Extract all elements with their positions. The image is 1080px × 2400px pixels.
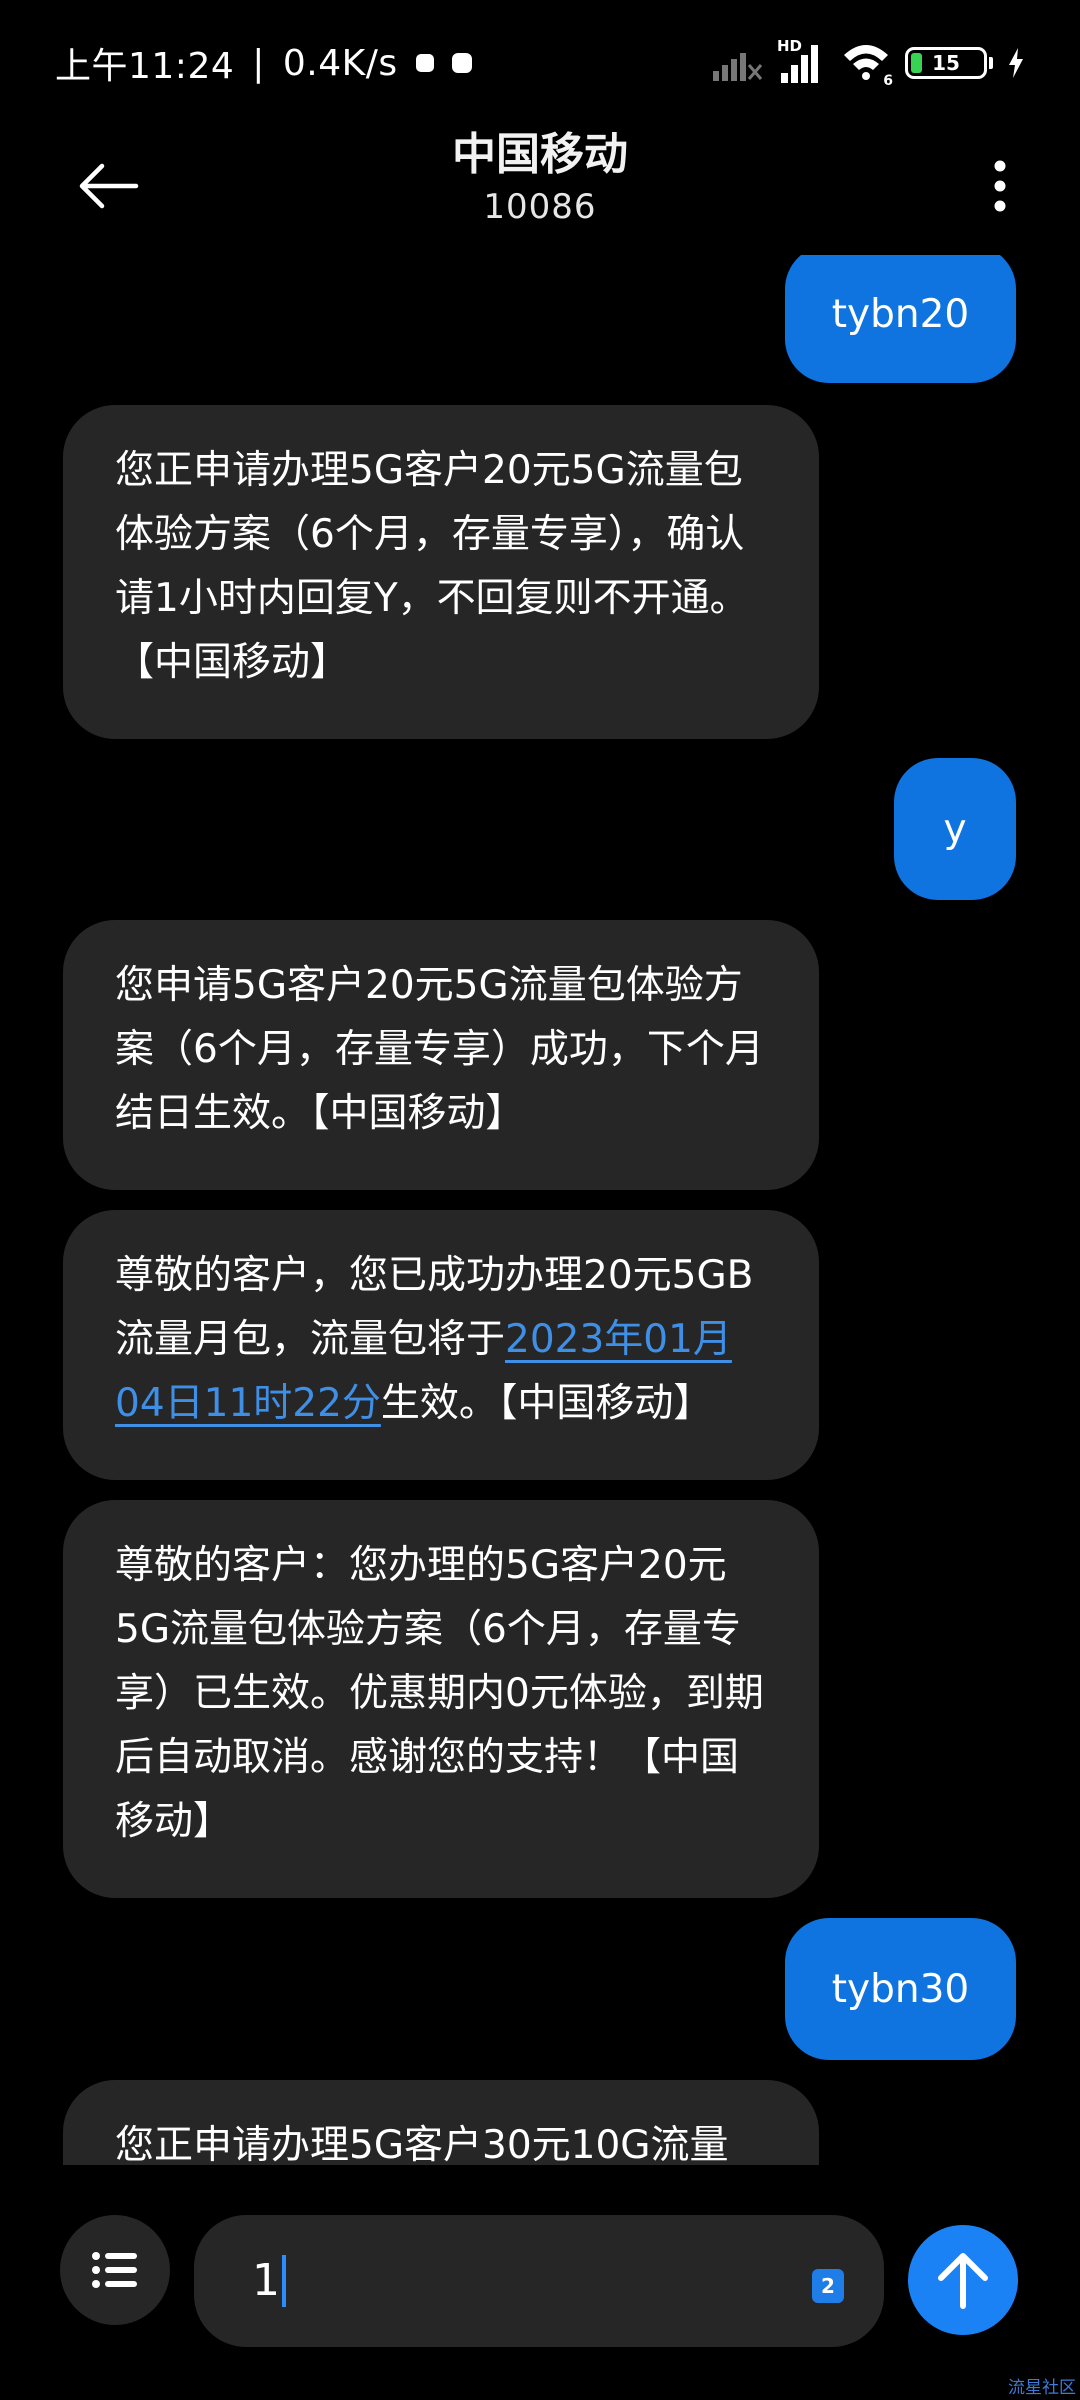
message-text: 您正申请办理5G客户20元5G流量包体验方案（6个月，存量专享），确认请1小时内… <box>115 448 749 685</box>
message-outgoing[interactable]: y <box>894 758 1016 900</box>
message-incoming[interactable]: 您正申请办理5G客户30元10G流量 <box>63 2080 819 2165</box>
watermark: 流星社区 <box>1008 2378 1076 2398</box>
composer-bar: 1 2 流星社区 <box>0 2165 1080 2400</box>
status-left: 上午11:24 | 0.4K/s <box>55 38 472 88</box>
status-bar: 上午11:24 | 0.4K/s HD 6 15 <box>0 0 1080 120</box>
message-input[interactable]: 1 2 <box>194 2215 884 2347</box>
message-incoming[interactable]: 您申请5G客户20元5G流量包体验方案（6个月，存量专享）成功，下个月结日生效。… <box>63 920 819 1190</box>
message-text: 生效。【中国移动】 <box>380 1381 713 1426</box>
notification-icon-2 <box>451 53 472 73</box>
back-arrow-icon <box>79 163 139 209</box>
message-text: 您正申请办理5G客户30元10G流量 <box>115 2123 729 2165</box>
battery-icon: 15 <box>905 47 987 79</box>
conversation-header: 中国移动 10086 <box>0 120 1080 260</box>
more-vertical-icon <box>994 160 1006 212</box>
sms-conversation-screen: 上午11:24 | 0.4K/s HD 6 15 中国移动 10086 tybn… <box>0 0 1080 2400</box>
message-text: y <box>943 806 967 852</box>
charging-icon <box>1009 48 1023 78</box>
message-incoming[interactable]: 尊敬的客户：您办理的5G客户20元5G流量包体验方案（6个月，存量专享）已生效。… <box>63 1500 819 1898</box>
sim-slot-number: 2 <box>821 2274 835 2298</box>
contact-number: 10086 <box>483 187 597 227</box>
message-input-text[interactable]: 1 <box>252 2251 286 2311</box>
wifi-6-label: 6 <box>883 73 893 89</box>
more-options-button[interactable] <box>960 146 1040 226</box>
message-outgoing[interactable]: tybn30 <box>785 1918 1016 2060</box>
notification-icon <box>415 54 434 72</box>
message-list[interactable]: tybn20 您正申请办理5G客户20元5G流量包体验方案（6个月，存量专享），… <box>0 255 1080 2165</box>
quick-actions-button[interactable] <box>60 2215 170 2325</box>
sim1-signal-icon <box>713 53 763 81</box>
send-button[interactable] <box>908 2225 1018 2335</box>
status-separator: | <box>252 42 265 84</box>
contact-title-block[interactable]: 中国移动 10086 <box>240 125 840 229</box>
message-outgoing[interactable]: tybn20 <box>785 255 1016 383</box>
contact-name: 中国移动 <box>452 129 628 180</box>
back-button[interactable] <box>62 140 154 232</box>
wifi-icon: 6 <box>841 41 893 89</box>
message-text: tybn20 <box>831 291 970 337</box>
status-right: HD 6 15 <box>711 37 1025 89</box>
message-incoming[interactable]: 您正申请办理5G客户20元5G流量包体验方案（6个月，存量专享），确认请1小时内… <box>63 405 819 739</box>
text-caret <box>282 2255 286 2307</box>
arrow-up-icon <box>938 2253 988 2309</box>
list-icon <box>92 2252 137 2288</box>
message-text: 尊敬的客户：您办理的5G客户20元5G流量包体验方案（6个月，存量专享）已生效。… <box>115 1543 764 1844</box>
status-time: 上午11:24 <box>55 46 235 87</box>
status-network-speed: 0.4K/s <box>282 42 398 84</box>
battery-level: 15 <box>932 51 960 75</box>
sim-card-selector[interactable]: 2 <box>812 2269 844 2303</box>
message-text: tybn30 <box>831 1966 970 2012</box>
message-text: 您申请5G客户20元5G流量包体验方案（6个月，存量专享）成功，下个月结日生效。… <box>115 963 764 1136</box>
battery-cap <box>989 57 993 69</box>
input-value: 1 <box>252 2255 280 2306</box>
sim2-signal-icon: HD <box>777 37 827 85</box>
message-incoming[interactable]: 尊敬的客户，您已成功办理20元5GB流量月包，流量包将于2023年01月04日1… <box>63 1210 819 1480</box>
